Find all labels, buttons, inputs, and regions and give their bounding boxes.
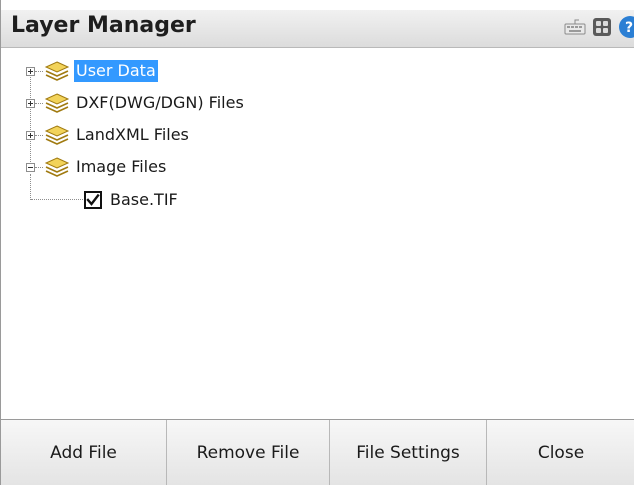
keyboard-icon[interactable] (564, 18, 586, 40)
tree-node-dxf-files[interactable]: DXF(DWG/DGN) Files (26, 91, 246, 115)
tree-node-user-data[interactable]: User Data (26, 59, 158, 83)
help-icon[interactable]: ? (618, 16, 634, 42)
collapse-icon[interactable] (26, 162, 35, 172)
tree-node-label[interactable]: LandXML Files (74, 124, 191, 146)
title-icons: ? (558, 16, 634, 42)
layer-manager-window: Layer Manager ? User Data DXF(DWG/DGN) F… (0, 0, 634, 485)
tree-node-label[interactable]: Base.TIF (108, 189, 180, 211)
remove-file-button[interactable]: Remove File (167, 420, 330, 485)
settings-icon[interactable] (592, 17, 612, 41)
tree-node-label[interactable]: DXF(DWG/DGN) Files (74, 92, 246, 114)
expand-icon[interactable] (26, 98, 35, 108)
title-bar: Layer Manager ? (1, 10, 634, 48)
layer-visibility-checkbox[interactable] (84, 191, 102, 209)
layers-icon (44, 93, 70, 113)
layers-icon (44, 157, 70, 177)
tree-connector (30, 70, 31, 168)
close-button[interactable]: Close (487, 420, 634, 485)
layers-icon (44, 61, 70, 81)
button-bar: Add File Remove File File Settings Close (1, 419, 634, 485)
add-file-button[interactable]: Add File (1, 420, 167, 485)
tree-node-label[interactable]: User Data (74, 60, 158, 82)
tree-node-base-tif[interactable]: Base.TIF (84, 188, 180, 212)
file-settings-button[interactable]: File Settings (330, 420, 487, 485)
layers-icon (44, 125, 70, 145)
tree-node-image-files[interactable]: Image Files (26, 155, 168, 179)
window-title: Layer Manager (11, 13, 196, 38)
expand-icon[interactable] (26, 66, 35, 76)
layer-tree: User Data DXF(DWG/DGN) Files LandXML Fil… (1, 48, 634, 419)
expand-icon[interactable] (26, 130, 35, 140)
tree-connector (31, 199, 83, 200)
check-icon (86, 193, 100, 206)
svg-text:?: ? (625, 20, 633, 36)
tree-node-landxml-files[interactable]: LandXML Files (26, 123, 191, 147)
tree-node-label[interactable]: Image Files (74, 156, 168, 178)
